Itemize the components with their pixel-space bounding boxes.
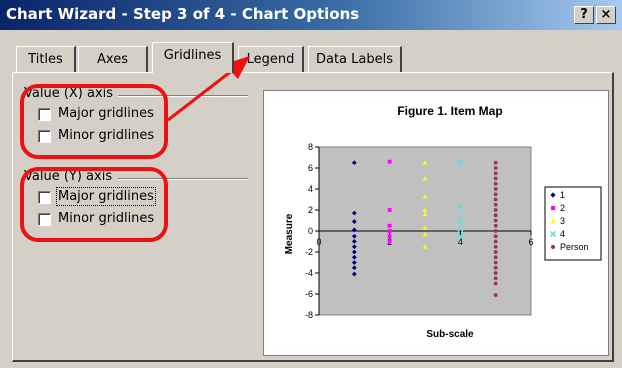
y-tick-label: -2 [305, 247, 313, 257]
data-point [493, 281, 498, 286]
data-point [493, 192, 498, 197]
data-point [493, 187, 498, 191]
legend-marker [550, 205, 556, 211]
legend-label: 1 [560, 190, 565, 200]
data-point [493, 276, 498, 281]
x-axis-label: Sub-scale [426, 329, 474, 340]
y-tick-label: 0 [308, 226, 313, 236]
data-point [493, 202, 498, 207]
data-point [493, 265, 498, 270]
x-tick-label: 6 [528, 237, 533, 247]
data-point [493, 181, 498, 186]
chart-preview: Figure 1. Item Map 86420-2-4-6-80246 Sub… [263, 90, 609, 356]
y-tick-label: -4 [305, 268, 313, 278]
data-point [493, 166, 498, 170]
item-map-chart: Figure 1. Item Map 86420-2-4-6-80246 Sub… [284, 104, 602, 340]
data-point [493, 218, 498, 223]
data-point [493, 234, 498, 239]
tab-gridlines[interactable]: Gridlines [152, 42, 234, 73]
legend-label: 3 [560, 216, 565, 226]
data-point [387, 208, 392, 212]
chart-wizard-dialog: Chart Wizard - Step 3 of 4 - Chart Optio… [0, 0, 622, 368]
y-tick-label: 4 [308, 184, 313, 194]
data-point [493, 255, 498, 260]
y-tick-label: -8 [305, 310, 313, 320]
data-point [493, 213, 498, 218]
chart-title: Figure 1. Item Map [397, 104, 502, 118]
data-point [493, 271, 498, 275]
data-point [493, 223, 498, 228]
y-axis-label: Measure [284, 213, 295, 254]
data-point [493, 250, 498, 254]
legend-label: 4 [560, 229, 565, 239]
data-point [493, 171, 498, 176]
data-point [493, 244, 498, 249]
chart-legend: 1 2 3 4 Person [544, 186, 602, 261]
data-point [387, 234, 392, 239]
legend-label: 2 [560, 203, 565, 213]
y-tick-label: 2 [308, 205, 313, 215]
data-point [493, 260, 498, 265]
data-point [493, 229, 498, 233]
x-tick-label: 0 [316, 237, 321, 247]
data-point [493, 293, 498, 297]
legend-label: Person [560, 242, 589, 252]
data-point [387, 239, 392, 244]
y-tick-label: 6 [308, 163, 313, 173]
data-point [387, 223, 392, 228]
y-tick-label: 8 [308, 142, 313, 152]
data-point [387, 159, 392, 164]
data-point [387, 229, 392, 233]
y-tick-label: -6 [305, 289, 313, 299]
data-point [493, 176, 498, 181]
data-point [493, 239, 498, 244]
legend-marker [550, 244, 556, 250]
data-point [493, 197, 498, 202]
data-point [493, 208, 498, 212]
data-point [493, 160, 498, 165]
